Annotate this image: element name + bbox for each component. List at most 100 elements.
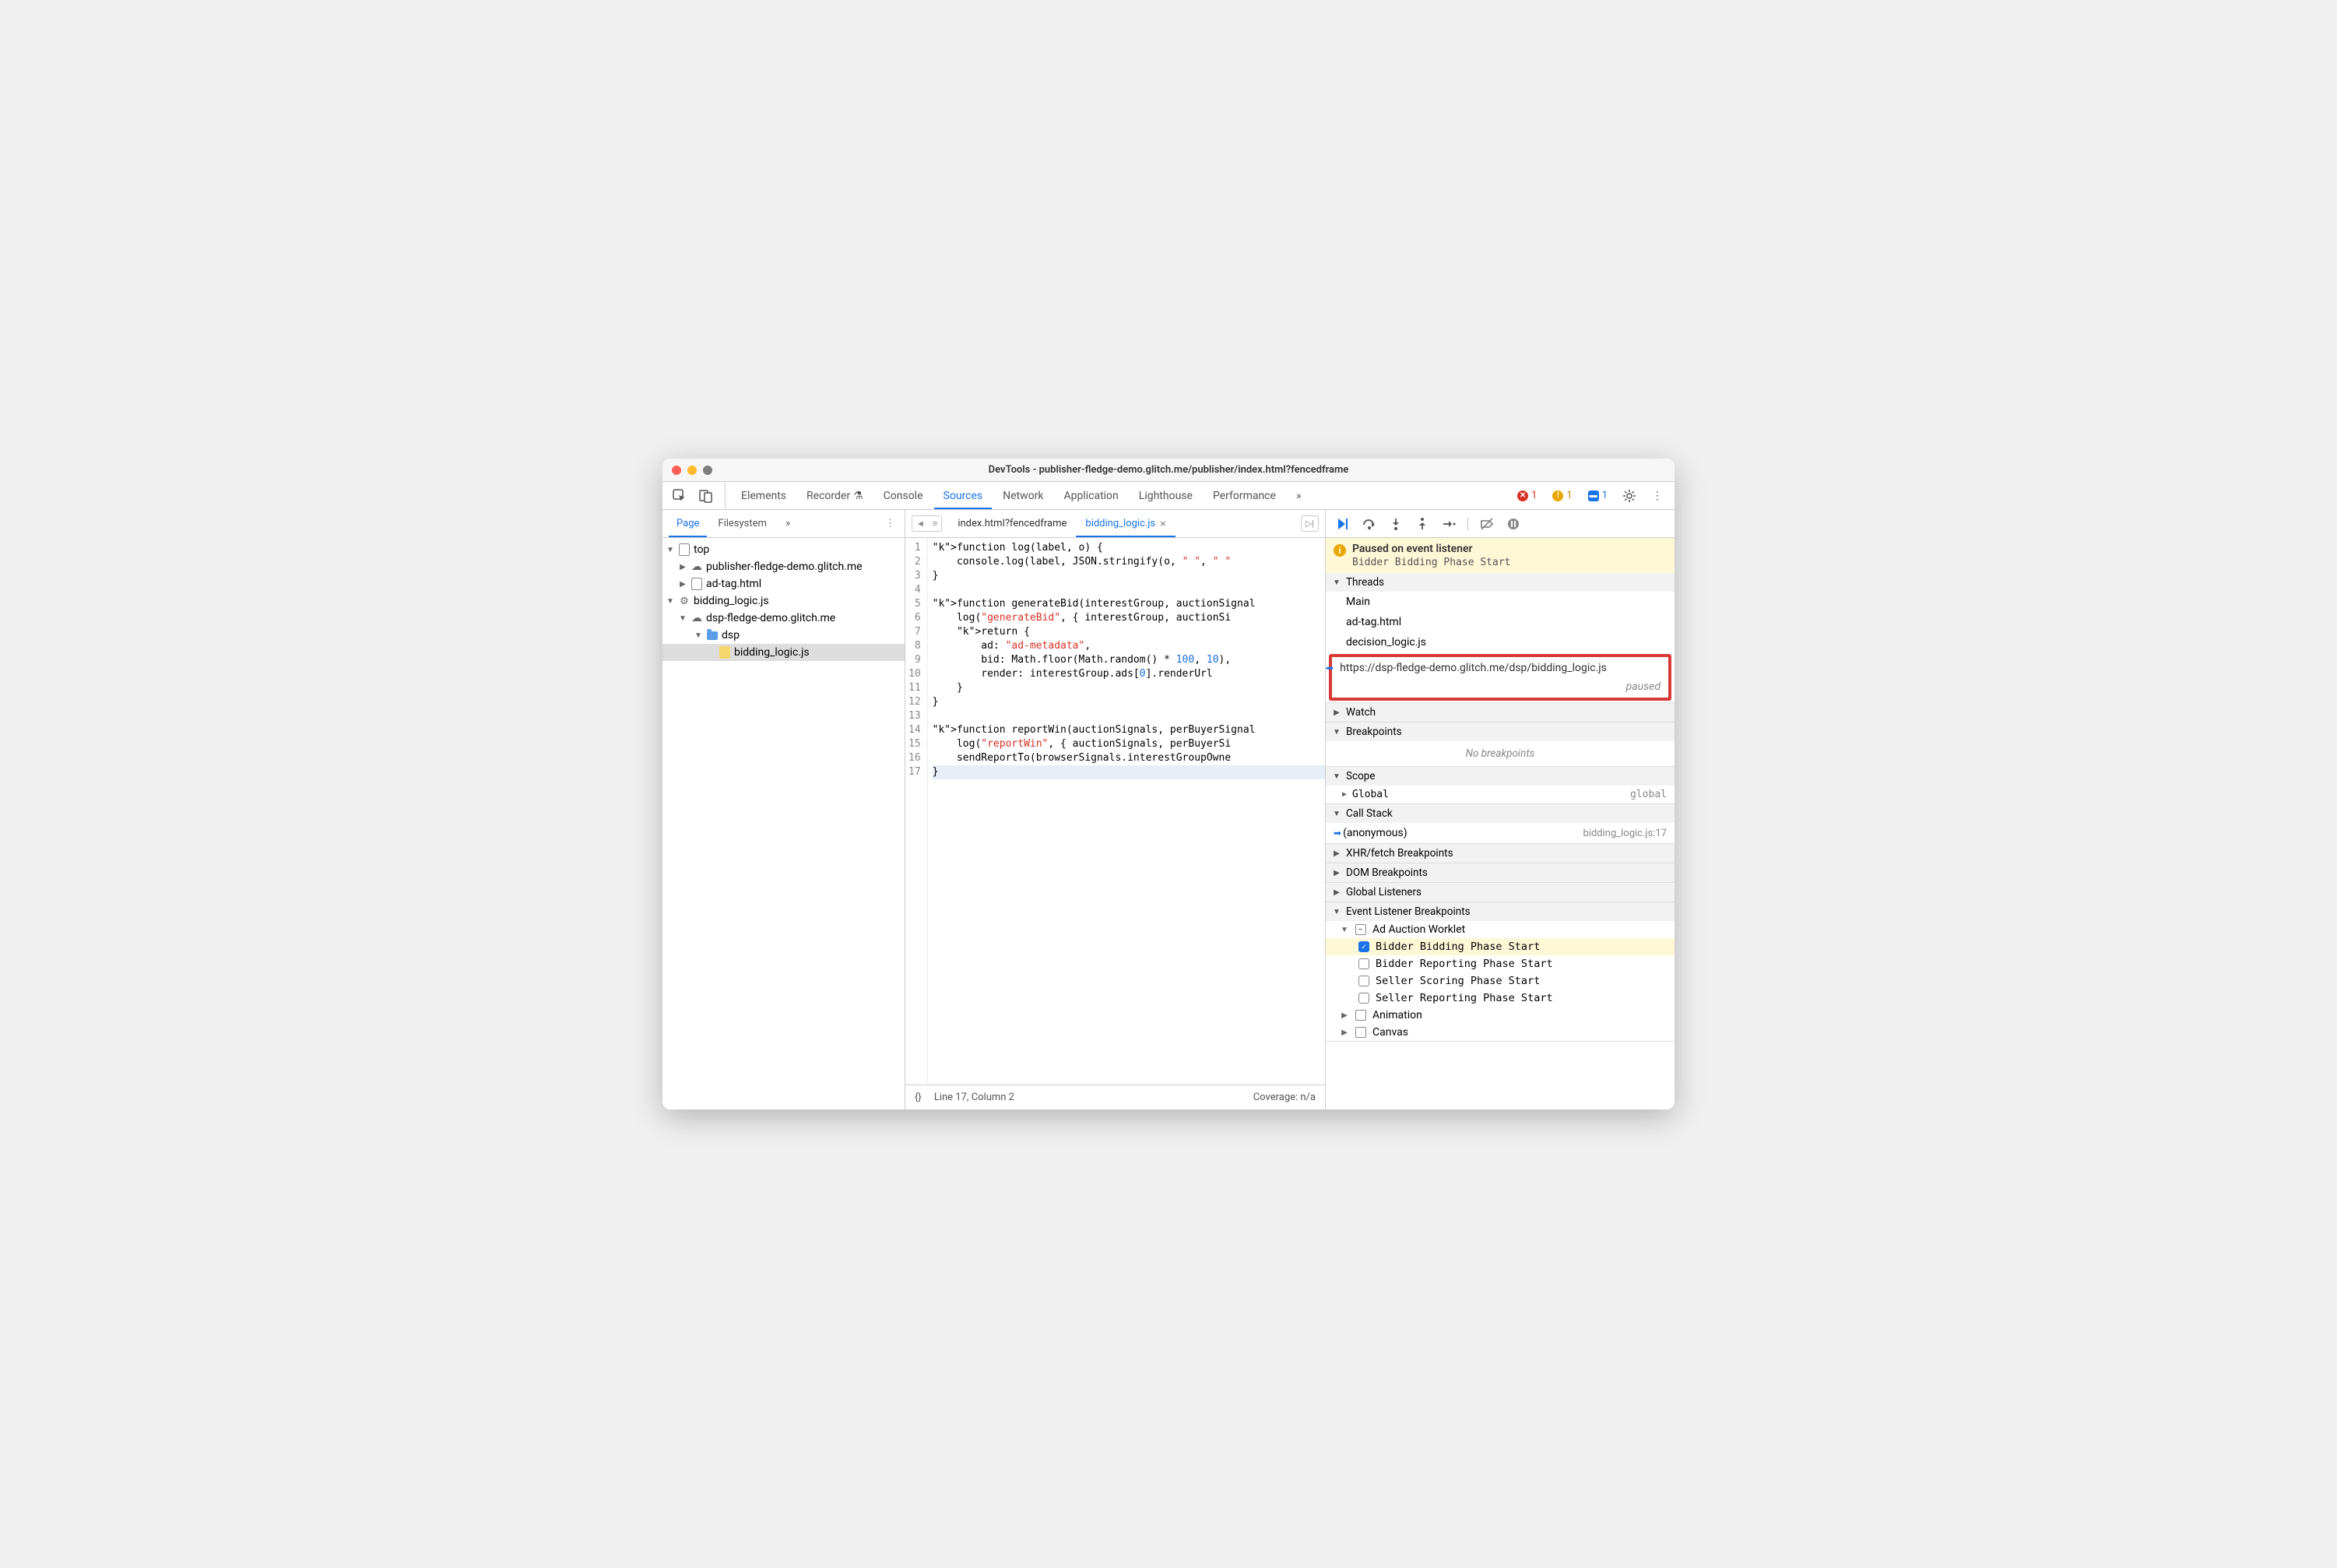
warning-count[interactable]: !1 [1548, 488, 1576, 503]
category-canvas[interactable]: ▶Canvas [1326, 1024, 1675, 1041]
tree-item-domain1[interactable]: ▶☁publisher-fledge-demo.glitch.me [662, 558, 905, 575]
error-count[interactable]: ✕1 [1513, 488, 1541, 503]
run-snippet-icon[interactable]: ▷| [1301, 515, 1319, 532]
xhr-bp-header[interactable]: ▶XHR/fetch Breakpoints [1326, 844, 1675, 863]
tree-item-bidding-js[interactable]: bidding_logic.js [662, 644, 905, 661]
minimize-icon[interactable] [687, 466, 697, 475]
main-toolbar: Elements Recorder⚗ Console Sources Netwo… [662, 482, 1675, 510]
warning-icon: ! [1552, 490, 1563, 501]
file-tab-bidding[interactable]: bidding_logic.js × [1076, 510, 1175, 537]
dom-bp-header[interactable]: ▶DOM Breakpoints [1326, 863, 1675, 882]
tab-recorder[interactable]: Recorder⚗ [797, 482, 873, 509]
pause-exceptions-icon[interactable] [1502, 513, 1524, 535]
code-editor[interactable]: 1234567891011121314151617 "k">function l… [905, 538, 1325, 1085]
thread-main[interactable]: Main [1326, 592, 1675, 612]
deactivate-bp-icon[interactable] [1476, 513, 1498, 535]
format-button[interactable]: {} [915, 1092, 922, 1103]
step-out-icon[interactable] [1411, 513, 1433, 535]
scope-value: global [1630, 789, 1667, 800]
event-listener-bp-header[interactable]: ▼Event Listener Breakpoints [1326, 902, 1675, 921]
issue-icon: ▬ [1588, 490, 1599, 501]
settings-icon[interactable] [1618, 485, 1640, 507]
tab-sources[interactable]: Sources [934, 482, 993, 509]
pause-banner: i Paused on event listener Bidder Biddin… [1326, 538, 1675, 573]
tree-item-bidding-worklet[interactable]: ▼⚙bidding_logic.js [662, 592, 905, 610]
device-toggle-icon[interactable] [695, 485, 717, 507]
maximize-icon[interactable] [703, 466, 712, 475]
info-icon: i [1334, 544, 1346, 557]
callstack-header[interactable]: ▼Call Stack [1326, 804, 1675, 823]
tab-performance[interactable]: Performance [1204, 482, 1285, 509]
close-icon[interactable]: × [1160, 518, 1165, 530]
scope-global[interactable]: ▶Globalglobal [1326, 786, 1675, 803]
global-listeners-header[interactable]: ▶Global Listeners [1326, 883, 1675, 902]
tab-recorder-label: Recorder [807, 490, 850, 502]
event-seller-scoring-start[interactable]: Seller Scoring Phase Start [1326, 972, 1675, 990]
tab-network[interactable]: Network [993, 482, 1053, 509]
step-into-icon[interactable] [1385, 513, 1407, 535]
navigator-pane: Page Filesystem » ⋮ ▼top ▶☁publisher-fle… [662, 510, 905, 1109]
scope-header[interactable]: ▼Scope [1326, 767, 1675, 786]
more-tabs-icon[interactable]: » [1287, 482, 1311, 509]
tree-label: top [694, 543, 709, 556]
pause-subtitle: Bidder Bidding Phase Start [1352, 557, 1511, 568]
issue-count[interactable]: ▬1 [1583, 488, 1612, 503]
section-label: Watch [1346, 706, 1376, 719]
coverage-status: Coverage: n/a [1253, 1092, 1316, 1103]
tab-console[interactable]: Console [874, 482, 933, 509]
tree-item-adtag[interactable]: ▶ad-tag.html [662, 575, 905, 592]
threads-header[interactable]: ▼Threads [1326, 573, 1675, 592]
devtools-window: DevTools - publisher-fledge-demo.glitch.… [662, 459, 1675, 1109]
category-ad-auction[interactable]: ▼−Ad Auction Worklet [1326, 921, 1675, 938]
tab-application[interactable]: Application [1054, 482, 1127, 509]
navigator-tab-filesystem[interactable]: Filesystem [710, 510, 775, 537]
event-bidder-reporting-start[interactable]: Bidder Reporting Phase Start [1326, 955, 1675, 972]
nav-prev-icon[interactable]: ◄ [912, 516, 929, 531]
section-label: Scope [1346, 770, 1376, 782]
code-content[interactable]: "k">function log(label, o) { console.log… [928, 538, 1325, 1085]
checkbox-icon[interactable] [1358, 993, 1369, 1004]
panel-tabs: Elements Recorder⚗ Console Sources Netwo… [732, 482, 1311, 509]
gear-icon: ⚙ [678, 595, 691, 607]
event-bidder-bidding-start[interactable]: ✓Bidder Bidding Phase Start [1326, 938, 1675, 955]
debugger-pane: i Paused on event listener Bidder Biddin… [1326, 510, 1675, 1109]
tree-label: bidding_logic.js [734, 646, 810, 659]
active-frame-icon: ➡ [1334, 828, 1341, 838]
section-label: Global Listeners [1346, 886, 1422, 898]
checkbox-icon[interactable] [1358, 958, 1369, 969]
navigator-more-icon[interactable]: » [778, 510, 798, 537]
resume-icon[interactable] [1332, 513, 1354, 535]
inspect-icon[interactable] [669, 485, 691, 507]
tree-item-domain2[interactable]: ▼☁dsp-fledge-demo.glitch.me [662, 610, 905, 627]
tree-item-top[interactable]: ▼top [662, 541, 905, 558]
section-label: Event Listener Breakpoints [1346, 905, 1471, 918]
line-gutter: 1234567891011121314151617 [905, 538, 928, 1085]
thread-decision[interactable]: decision_logic.js [1326, 632, 1675, 652]
file-tab-index[interactable]: index.html?fencedframe [948, 510, 1076, 537]
file-tab-label: bidding_logic.js [1085, 518, 1155, 529]
checkbox-icon[interactable]: ✓ [1358, 941, 1369, 952]
event-seller-reporting-start[interactable]: Seller Reporting Phase Start [1326, 990, 1675, 1007]
breakpoints-header[interactable]: ▼Breakpoints [1326, 722, 1675, 741]
watch-header[interactable]: ▶Watch [1326, 703, 1675, 722]
checkbox-icon[interactable] [1358, 976, 1369, 986]
scope-label: Global [1352, 789, 1389, 800]
navigator-tab-page[interactable]: Page [669, 510, 707, 537]
window-title: DevTools - publisher-fledge-demo.glitch.… [662, 464, 1675, 476]
step-over-icon[interactable] [1358, 513, 1380, 535]
close-icon[interactable] [672, 466, 681, 475]
pause-title: Paused on event listener [1352, 543, 1511, 555]
navigator-menu-icon[interactable]: ⋮ [882, 515, 898, 533]
cloud-icon: ☁ [691, 561, 703, 573]
step-icon[interactable] [1438, 513, 1460, 535]
nav-list-icon[interactable]: ≡ [929, 516, 941, 531]
thread-active[interactable]: ➡ https://dsp-fledge-demo.glitch.me/dsp/… [1329, 654, 1671, 701]
thread-adtag[interactable]: ad-tag.html [1326, 612, 1675, 632]
tree-item-dsp[interactable]: ▼dsp [662, 627, 905, 644]
tab-lighthouse[interactable]: Lighthouse [1130, 482, 1202, 509]
callstack-frame[interactable]: ➡ (anonymous) bidding_logic.js:17 [1326, 823, 1675, 843]
tab-elements[interactable]: Elements [732, 482, 796, 509]
category-animation[interactable]: ▶Animation [1326, 1007, 1675, 1024]
kebab-menu-icon[interactable]: ⋮ [1646, 485, 1668, 507]
folder-icon [706, 629, 719, 642]
